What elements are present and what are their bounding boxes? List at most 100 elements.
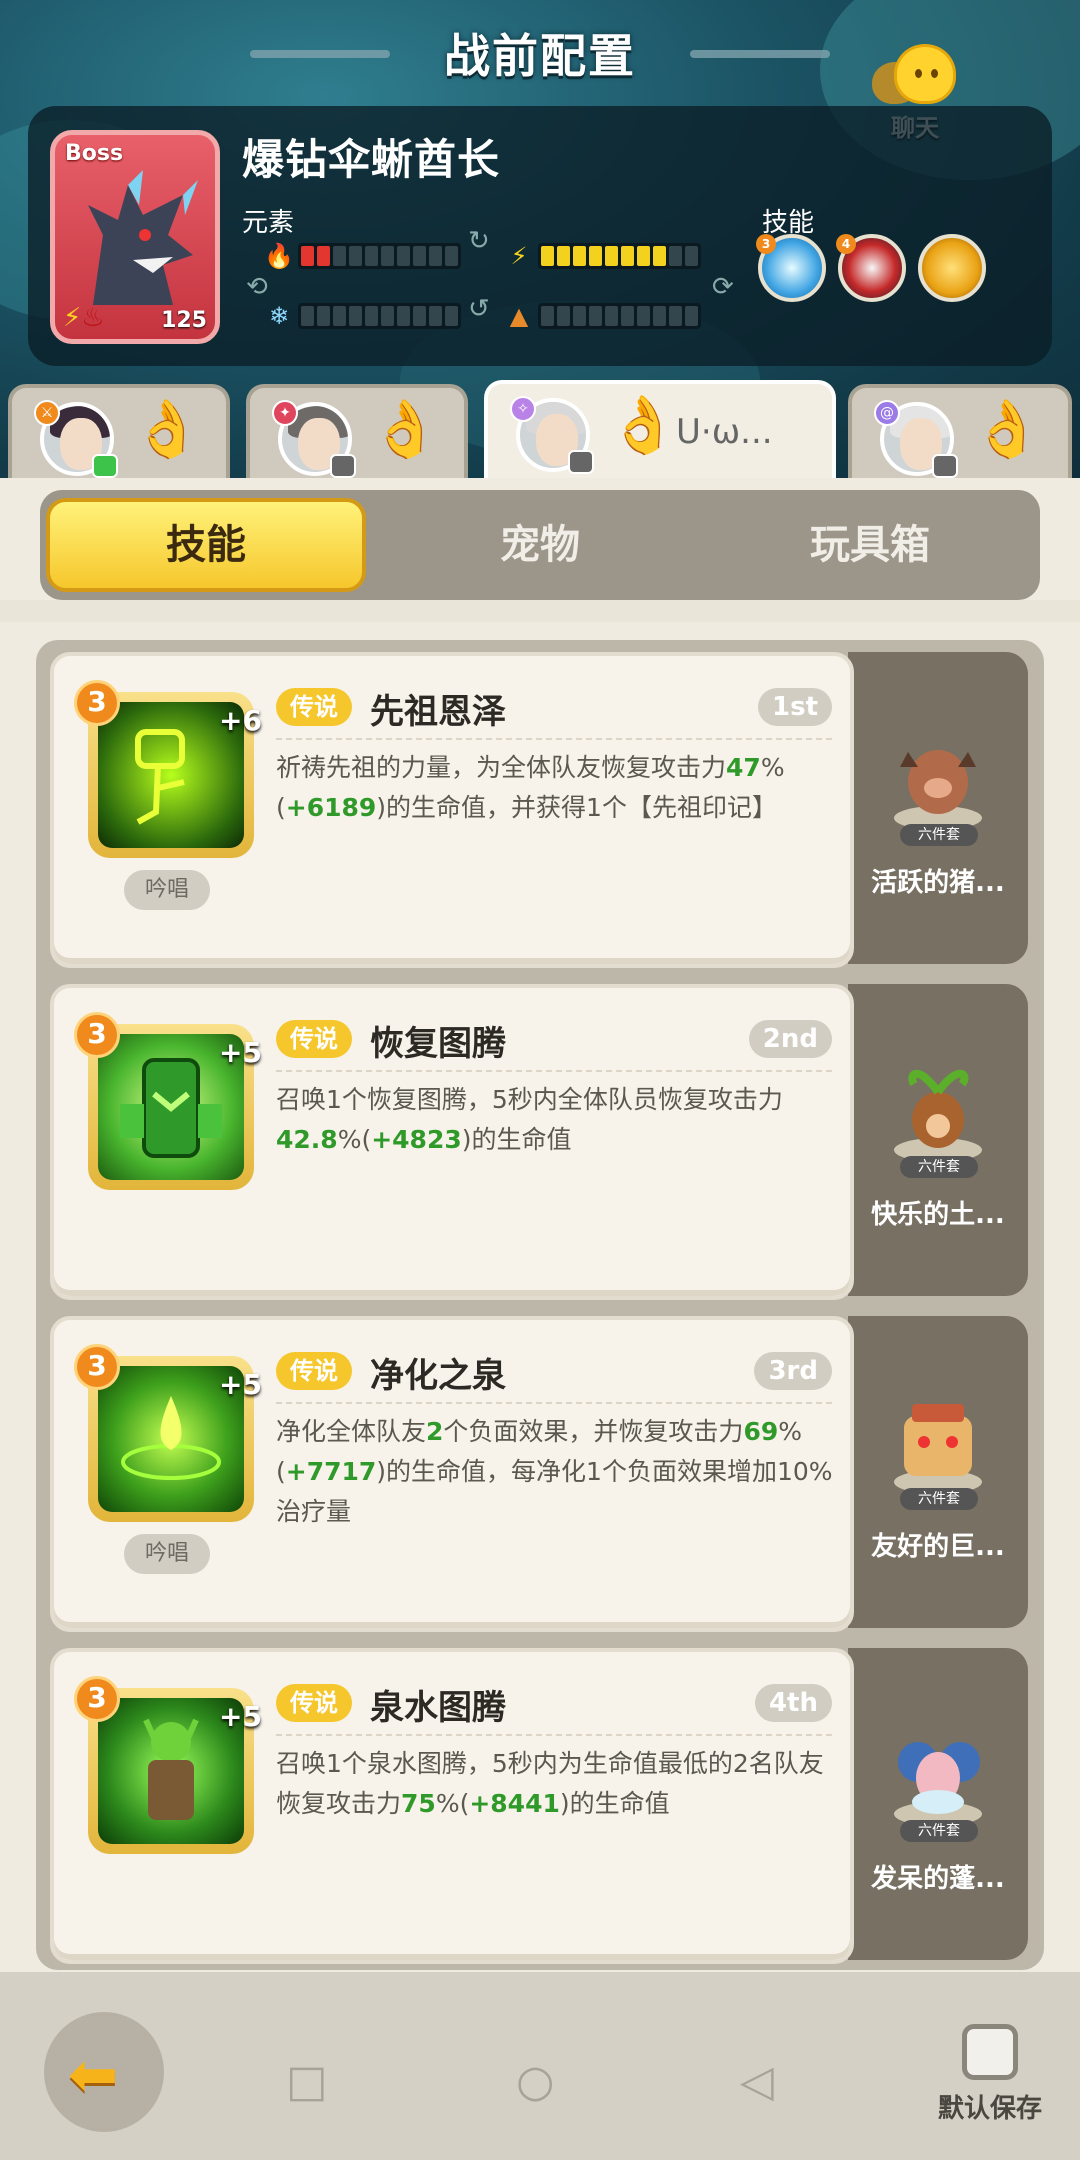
set-tag: 六件套: [900, 1488, 978, 1510]
nav-home-icon[interactable]: ○: [516, 2056, 554, 2107]
rarity-badge: 传说: [276, 688, 352, 726]
pet-slot[interactable]: 六件套 发呆的蓬...: [848, 1648, 1028, 1960]
element-bar-cell: [557, 306, 570, 326]
element-bar-cell: [653, 246, 666, 266]
pet-slot[interactable]: 六件套 友好的巨...: [848, 1316, 1028, 1628]
skill-order: 3rd: [754, 1352, 832, 1390]
mountain-icon: ▲: [509, 302, 529, 330]
ice-burst-icon[interactable]: 3: [756, 234, 826, 302]
element-bar-cell: [637, 246, 650, 266]
skill-order: 1st: [758, 688, 832, 726]
skill-name: 净化之泉: [370, 1356, 506, 1396]
element-bar-cell: [365, 246, 378, 266]
divider: [276, 1070, 832, 1072]
thumbs-up-icon[interactable]: 👌: [972, 396, 1042, 462]
category-tab-bar: 技能 宠物 玩具箱: [40, 490, 1040, 600]
element-bar-cell: [669, 306, 682, 326]
boss-level: 125: [161, 308, 207, 333]
desc-value: 69: [743, 1417, 779, 1446]
skill-card[interactable]: +5 3 传说 泉水图腾 4th 召唤1个泉水图腾，5秒内为生命值最低的2名队友…: [50, 1648, 854, 1964]
skill-level-badge: 4: [836, 234, 856, 254]
element-bar-cell: [621, 246, 634, 266]
desc-value: 2: [426, 1417, 444, 1446]
status-icon: [568, 450, 594, 474]
skill-row: 六件套 发呆的蓬... +5 3 传说 泉水图腾 4th 召唤1个泉水图腾，5秒…: [50, 1648, 1028, 1964]
element-bar-cell: [685, 246, 698, 266]
skill-plus: +5: [219, 1700, 262, 1733]
player-tab-4[interactable]: @ 👌: [848, 384, 1072, 484]
giant-pet-icon: [894, 1404, 982, 1494]
desc-value: 42.8: [276, 1125, 338, 1154]
pet-slot[interactable]: 六件套 活跃的猪...: [848, 652, 1028, 964]
pet-name: 活跃的猪...: [871, 868, 1005, 898]
online-status-icon: [92, 454, 118, 478]
boss-portrait[interactable]: Boss ⚡♨ 125: [50, 130, 220, 344]
tab-pets[interactable]: 宠物: [380, 498, 700, 592]
thumbs-up-icon[interactable]: 👌: [608, 392, 678, 458]
tab-skills[interactable]: 技能: [46, 498, 366, 592]
skill-level-badge: 3: [756, 234, 776, 254]
tab-toybox[interactable]: 玩具箱: [710, 498, 1030, 592]
rarity-badge: 传说: [276, 1020, 352, 1058]
crown-icon[interactable]: [918, 234, 986, 302]
element-bar-cell: [301, 246, 314, 266]
element-bar-cell: [445, 246, 458, 266]
skill-description: 祈祷先祖的力量，为全体队友恢复攻击力47%(+6189)的生命值，并获得1个【先…: [276, 748, 846, 828]
element-bar-cell: [589, 306, 602, 326]
element-bar-ice: ❄: [264, 302, 461, 330]
skill-card[interactable]: +5 3 传说 恢复图腾 2nd 召唤1个恢复图腾，5秒内全体队员恢复攻击力 42…: [50, 984, 854, 1300]
page-title: 战前配置: [444, 29, 636, 83]
element-bar-cell: [317, 246, 330, 266]
thumbs-up-icon[interactable]: 👌: [132, 396, 202, 462]
thumbs-up-icon[interactable]: 👌: [370, 396, 440, 462]
desc-value: +4823: [371, 1125, 462, 1154]
desc-value: +6189: [285, 793, 377, 822]
back-button[interactable]: ⬅: [44, 2012, 164, 2132]
element-bar-cell: [541, 246, 554, 266]
flame-icon: ✦: [272, 400, 298, 426]
player-tab-2[interactable]: ✦ 👌: [246, 384, 468, 484]
element-bar-cell: [605, 306, 618, 326]
pet-name: 快乐的土...: [871, 1200, 1005, 1230]
nav-recents-icon[interactable]: □: [286, 2056, 328, 2107]
nav-back-icon[interactable]: ◁: [740, 2056, 774, 2107]
element-bar-cell: [637, 306, 650, 326]
element-bar-fire: 🔥: [264, 242, 461, 270]
element-bar-cell: [397, 306, 410, 326]
element-bar-cell: [317, 306, 330, 326]
cycle-arrow-icon: ↻: [468, 226, 490, 256]
element-bar-cell: [349, 246, 362, 266]
status-icon: [330, 454, 356, 478]
chat-bubble-icon: [894, 44, 956, 104]
pet-slot[interactable]: 六件套 快乐的土...: [848, 984, 1028, 1296]
boar-pet-icon: [894, 750, 982, 830]
desc-value: +7717: [285, 1457, 377, 1486]
player-tab-1[interactable]: ⚔ 👌: [8, 384, 230, 484]
desc-text: %(: [337, 1125, 372, 1154]
desc-text: 净化全体队友: [276, 1417, 427, 1446]
element-bar-cell: [429, 306, 442, 326]
element-bar-cell: [381, 246, 394, 266]
element-bar-cell: [429, 246, 442, 266]
mole-pet-icon: [894, 1069, 982, 1162]
cycle-arrow-icon: ⟳: [712, 272, 734, 302]
divider: [276, 1734, 832, 1736]
desc-text: %(: [435, 1789, 470, 1818]
element-bar-cell: [589, 246, 602, 266]
element-bar-cell: [621, 306, 634, 326]
skill-card[interactable]: +6 3 吟唱 传说 先祖恩泽 1st 祈祷先祖的力量，为全体队友恢复攻击力47…: [50, 652, 854, 968]
skill-plus: +5: [219, 1368, 262, 1401]
fire-icon: ♨: [81, 303, 105, 333]
skill-card[interactable]: +5 3 吟唱 传说 净化之泉 3rd 净化全体队友2个负面效果，并恢复攻击力6…: [50, 1316, 854, 1632]
player-tab-3[interactable]: ✧ 👌 U·ω...: [484, 380, 836, 484]
desc-text: 祈祷先祖的力量，为全体队友恢复攻击力: [276, 753, 727, 782]
skill-row: 六件套 友好的巨... +5 3 吟唱 传说 净化之泉 3rd 净化全体队友2个…: [50, 1316, 1028, 1632]
default-save-checkbox[interactable]: [962, 2024, 1018, 2080]
lightning-icon: ⚡: [510, 242, 528, 270]
beast-bite-icon[interactable]: 4: [836, 234, 906, 302]
boss-skill-list: 3 4: [756, 234, 986, 302]
default-save-toggle[interactable]: 默认保存: [930, 2024, 1050, 2125]
desc-value: +8441: [469, 1789, 560, 1818]
desc-value: 47: [726, 753, 761, 782]
skill-description: 召唤1个恢复图腾，5秒内全体队员恢复攻击力 42.8%(+4823)的生命值: [276, 1080, 846, 1160]
